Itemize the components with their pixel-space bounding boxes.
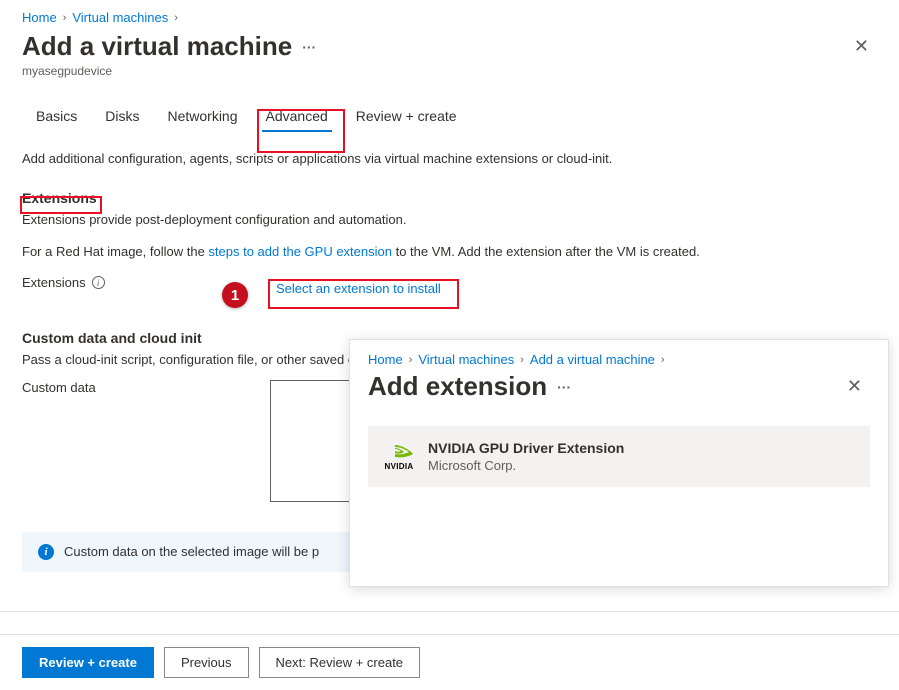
- previous-button[interactable]: Previous: [164, 647, 249, 678]
- tab-basics[interactable]: Basics: [22, 102, 91, 132]
- extensions-heading: Extensions: [22, 190, 877, 206]
- info-bar-text: Custom data on the selected image will b…: [64, 544, 319, 559]
- nvidia-logo-icon: NVIDIA: [384, 442, 414, 471]
- next-button[interactable]: Next: Review + create: [259, 647, 421, 678]
- review-create-button[interactable]: Review + create: [22, 647, 154, 678]
- extension-name: NVIDIA GPU Driver Extension: [428, 440, 624, 456]
- breadcrumb-home[interactable]: Home: [22, 10, 57, 25]
- info-icon: i: [38, 544, 54, 560]
- tab-networking[interactable]: Networking: [153, 102, 251, 132]
- breadcrumb: Home › Virtual machines ›: [22, 10, 877, 25]
- info-icon[interactable]: i: [92, 276, 105, 289]
- footer-buttons: Review + create Previous Next: Review + …: [0, 634, 899, 690]
- tab-advanced[interactable]: Advanced: [252, 102, 342, 132]
- extensions-field-label: Extensions: [22, 275, 86, 290]
- breadcrumb-vms[interactable]: Virtual machines: [418, 352, 514, 367]
- tabs: Basics Disks Networking Advanced Review …: [22, 102, 877, 132]
- resource-name: myasegpudevice: [22, 64, 877, 78]
- add-extension-panel: Home › Virtual machines › Add a virtual …: [349, 339, 889, 587]
- nvidia-extension-card[interactable]: NVIDIA NVIDIA GPU Driver Extension Micro…: [368, 426, 870, 487]
- custom-data-field-label: Custom data: [22, 380, 96, 395]
- more-icon[interactable]: ···: [557, 379, 571, 395]
- chevron-right-icon: ›: [174, 12, 178, 24]
- breadcrumb: Home › Virtual machines › Add a virtual …: [368, 352, 870, 367]
- callout-badge-1: 1: [222, 282, 248, 308]
- panel-title: Add extension ···: [368, 371, 571, 402]
- tab-review[interactable]: Review + create: [342, 102, 471, 132]
- extension-publisher: Microsoft Corp.: [428, 458, 624, 473]
- page-title-text: Add a virtual machine: [22, 31, 292, 62]
- more-icon[interactable]: ···: [302, 39, 316, 55]
- chevron-right-icon: ›: [63, 12, 67, 24]
- tab-disks[interactable]: Disks: [91, 102, 153, 132]
- gpu-extension-link[interactable]: steps to add the GPU extension: [208, 244, 392, 259]
- breadcrumb-vms[interactable]: Virtual machines: [72, 10, 168, 25]
- close-icon[interactable]: ✕: [839, 372, 870, 401]
- close-icon[interactable]: ✕: [846, 32, 877, 61]
- select-extension-link[interactable]: Select an extension to install: [272, 275, 445, 302]
- chevron-right-icon: ›: [409, 354, 413, 366]
- breadcrumb-home[interactable]: Home: [368, 352, 403, 367]
- redhat-text-prefix: For a Red Hat image, follow the: [22, 244, 208, 259]
- page-title: Add a virtual machine ···: [22, 31, 316, 62]
- redhat-text-suffix: to the VM. Add the extension after the V…: [392, 244, 700, 259]
- chevron-right-icon: ›: [661, 354, 665, 366]
- breadcrumb-add-vm[interactable]: Add a virtual machine: [530, 352, 655, 367]
- tab-description: Add additional configuration, agents, sc…: [22, 150, 877, 168]
- chevron-right-icon: ›: [520, 354, 524, 366]
- extensions-description: Extensions provide post-deployment confi…: [22, 210, 877, 230]
